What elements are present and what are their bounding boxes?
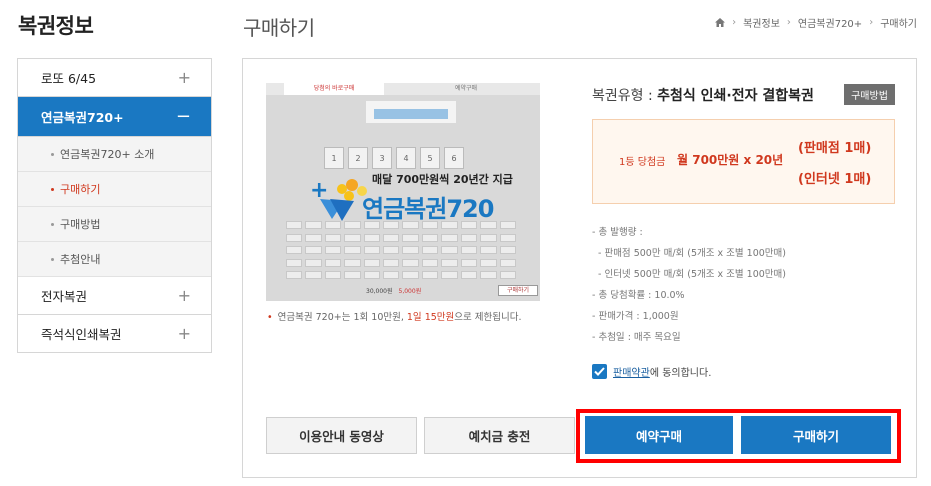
- spec-issue-online: - 인터넷 500만 매/회 (5개조 x 조별 100만매): [598, 269, 786, 280]
- sidebar-subitem-label: 구매방법: [60, 218, 101, 231]
- terms-checkbox[interactable]: [592, 364, 607, 379]
- bullet-icon: [51, 187, 54, 191]
- preview-number: 3: [372, 147, 392, 169]
- note-text: 연금복권 720+는 1회 10만원,: [277, 312, 407, 323]
- chevron-right-icon: ›: [869, 17, 874, 28]
- spec-draw: - 추첨일 : 매주 목요일: [592, 332, 681, 343]
- spec-price: - 판매가격 : 1,000원: [592, 311, 679, 322]
- sidebar-item-instant[interactable]: 즉석식인쇄복권 +: [18, 315, 211, 353]
- purchase-panel: 당첨의 바로구매 예약구매 1 2 3 4 5 6 + 매달 700만원씩 20…: [242, 58, 917, 478]
- sidebar-subitem-label: 구매하기: [60, 183, 101, 196]
- preview-tab-reserve: 예약구매: [454, 85, 478, 92]
- deposit-charge-button[interactable]: 예치금 충전: [424, 417, 575, 454]
- sidebar-submenu: 연금복권720+ 소개 구매하기 구매방법 추첨안내: [18, 137, 211, 277]
- prize-box: 1등 당첨금 월 700만원 x 20년 (판매점 1매) (인터넷 1매): [592, 119, 895, 204]
- preview-tab-bar: 당첨의 바로구매 예약구매: [266, 83, 540, 95]
- preview-number: 6: [444, 147, 464, 169]
- prize-channel-online: (인터넷 1매): [798, 172, 872, 187]
- sidebar-item-lotto645[interactable]: 로또 6/45 +: [18, 59, 211, 97]
- prize-channel-store: (판매점 1매): [798, 141, 872, 156]
- logo-tagline: 매달 700만원씩 20년간 지급: [372, 173, 513, 186]
- expand-icon: +: [177, 324, 191, 343]
- purchase-method-button[interactable]: 구매방법: [844, 84, 895, 105]
- sidebar-item-label: 즉석식인쇄복권: [41, 327, 122, 342]
- purchase-limit-note: • 연금복권 720+는 1회 10만원, 1일 15만원으로 제한됩니다.: [267, 309, 522, 323]
- sidebar-subitem-intro[interactable]: 연금복권720+ 소개: [18, 137, 211, 172]
- sidebar-item-pension720[interactable]: 연금복권720+ −: [18, 97, 211, 137]
- chevron-right-icon: ›: [786, 17, 791, 28]
- purchase-preview-image: 당첨의 바로구매 예약구매 1 2 3 4 5 6 + 매달 700만원씩 20…: [266, 83, 540, 301]
- terms-agreement: 판매약관 에 동의합니다.: [592, 364, 711, 379]
- spec-issue-store: - 판매점 500만 매/회 (5개조 x 조별 100만매): [598, 248, 786, 259]
- lottery-type-value: 추첨식 인쇄·전자 결합복권: [657, 88, 814, 104]
- sidebar-subitem-label: 연금복권720+ 소개: [60, 148, 155, 161]
- note-text-suffix: 으로 제한됩니다.: [454, 312, 522, 323]
- expand-icon: +: [177, 68, 191, 87]
- sidebar-subitem-buy[interactable]: 구매하기: [18, 172, 211, 207]
- preview-number: 1: [324, 147, 344, 169]
- logo-text: 연금복권720: [362, 195, 494, 223]
- preview-pay: 5,000원: [398, 287, 422, 295]
- sidebar-subitem-draw[interactable]: 추첨안내: [18, 242, 211, 277]
- expand-icon: +: [177, 286, 191, 305]
- spec-odds: - 총 당첨확률 : 10.0%: [592, 290, 685, 301]
- preview-banner: [366, 101, 456, 123]
- preview-number: 2: [348, 147, 368, 169]
- bullet-icon: [51, 257, 54, 261]
- sidebar-item-label: 로또 6/45: [41, 71, 97, 86]
- preview-tab-direct: 당첨의 바로구매: [284, 83, 384, 95]
- guide-video-button[interactable]: 이용안내 동영상: [266, 417, 417, 454]
- preview-number: 5: [420, 147, 440, 169]
- home-icon[interactable]: [715, 18, 726, 27]
- sidebar-subitem-method[interactable]: 구매방법: [18, 207, 211, 242]
- preview-number-row: 1 2 3 4 5 6: [324, 147, 464, 169]
- bullet-icon: •: [267, 312, 273, 323]
- reserve-purchase-button[interactable]: 예약구매: [585, 416, 733, 454]
- breadcrumb: › 복권정보 › 연금복권720+ › 구매하기: [715, 15, 917, 30]
- page-title: 구매하기: [243, 16, 315, 40]
- breadcrumb-item[interactable]: 복권정보: [743, 15, 780, 30]
- lottery-type-label: 복권유형: [592, 88, 644, 104]
- preview-bottom-bar: 30,000원 5,000원 구매하기: [366, 282, 538, 298]
- lottery-type: 복권유형 : 추첨식 인쇄·전자 결합복권: [592, 88, 814, 104]
- preview-number: 4: [396, 147, 416, 169]
- lottery-specs: - 총 발행량 : - 판매점 500만 매/회 (5개조 x 조별 100만매…: [592, 222, 786, 348]
- bullet-icon: [51, 152, 54, 156]
- terms-link[interactable]: 판매약관: [613, 364, 650, 379]
- svg-text:+: +: [310, 178, 328, 203]
- preview-buy-button: 구매하기: [498, 284, 538, 296]
- bullet-icon: [51, 222, 54, 226]
- sidebar-item-electronic[interactable]: 전자복권 +: [18, 277, 211, 315]
- breadcrumb-item[interactable]: 연금복권720+: [798, 15, 862, 30]
- prize-amount: 월 700만원 x 20년: [677, 153, 784, 167]
- note-highlight: 1일 15만원: [406, 312, 455, 323]
- sidebar-item-label: 전자복권: [41, 289, 88, 304]
- chevron-right-icon: ›: [732, 17, 737, 28]
- breadcrumb-item: 구매하기: [880, 19, 917, 30]
- terms-text: 에 동의합니다.: [649, 368, 712, 379]
- spec-issue: - 총 발행량 :: [592, 227, 643, 238]
- preview-total: 30,000원: [366, 287, 393, 295]
- sidebar-nav: 로또 6/45 + 연금복권720+ − 연금복권720+ 소개 구매하기 구매…: [17, 58, 212, 353]
- sidebar-subitem-label: 추첨안내: [60, 253, 101, 266]
- buy-button[interactable]: 구매하기: [741, 416, 891, 454]
- preview-ticket-grid: [286, 221, 516, 281]
- sidebar-item-label: 연금복권720+: [41, 110, 124, 125]
- collapse-icon: −: [175, 106, 191, 127]
- prize-rank: 1등 당첨금: [619, 157, 666, 168]
- sidebar-title: 복권정보: [18, 14, 94, 38]
